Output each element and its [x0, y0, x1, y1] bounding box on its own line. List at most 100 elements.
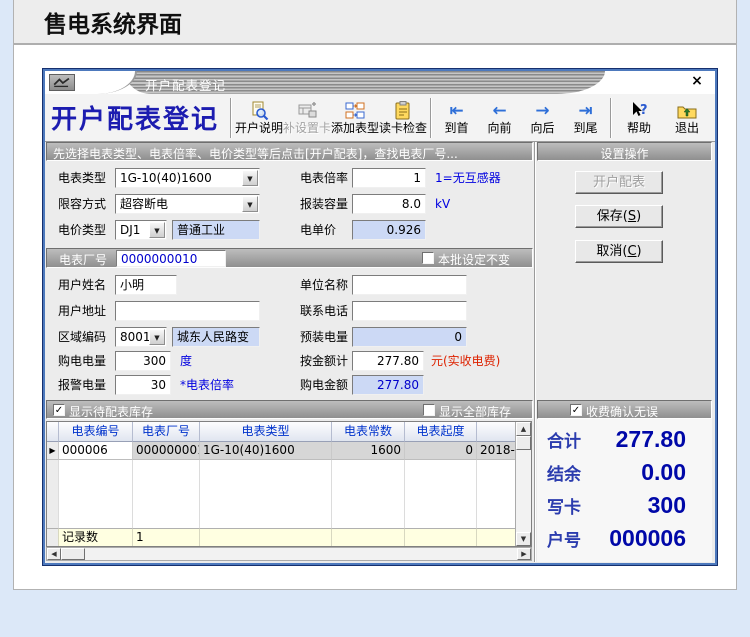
batch-keep-label: 本批设定不变 — [438, 253, 511, 267]
save-button[interactable]: 保存(S) — [575, 205, 663, 228]
toolbar-button-label: 帮助 — [627, 120, 652, 135]
write-card-value: 300 — [647, 492, 686, 518]
price-type-code: DJ1 — [120, 223, 141, 237]
toolbar-button-label: 向前 — [487, 120, 512, 135]
grid-header-date — [477, 422, 517, 442]
price-type-select[interactable]: DJ1 ▼ — [115, 220, 167, 240]
toolbar-separator — [610, 97, 613, 138]
row-pointer-icon: ▶ — [47, 442, 59, 460]
fee-confirm-checkbox[interactable]: ✓ — [570, 404, 582, 416]
batch-keep-checkbox[interactable] — [422, 252, 434, 264]
stock-filter-bar: ✓ 显示待配表库存 显示全部库存 — [46, 400, 533, 419]
cell-meter-no: 000006 — [59, 442, 133, 460]
area-code-select[interactable]: 8001 ▼ — [115, 327, 167, 347]
toolbar-button-exit[interactable]: 退出 — [663, 101, 711, 135]
form-heading: 开户配表登记 — [51, 105, 220, 135]
price-type-label: 电价类型 — [58, 223, 107, 237]
meter-type-value: 1G-10(40)1600 — [120, 171, 212, 185]
record-count-value: 1 — [133, 528, 200, 546]
toolbar-button-read-card-check[interactable]: 读卡检查 — [379, 100, 427, 135]
main-area: 先选择电表类型、电表倍率、电价类型等后点击[开户配表]，查找电表厂号... 电表… — [45, 142, 715, 562]
window-title: 开户配表登记 — [145, 78, 227, 93]
purchase-energy-input[interactable]: 300 — [115, 351, 171, 371]
grid-empty-row — [47, 460, 517, 477]
cancel-button[interactable]: 取消(C) — [575, 240, 663, 263]
go-previous-icon: ← — [492, 100, 507, 121]
scroll-right-icon[interactable]: ▶ — [517, 548, 531, 560]
balance-value: 0.00 — [641, 459, 686, 485]
show-pending-stock-label: 显示待配表库存 — [69, 405, 154, 419]
toolbar-button-help[interactable]: ? 帮助 — [615, 101, 663, 135]
close-button[interactable]: × — [688, 73, 706, 90]
toolbar-button-go-next[interactable]: → 向后 — [521, 101, 564, 135]
horizontal-scroll-thumb[interactable] — [61, 548, 85, 560]
add-meter-type-icon — [345, 101, 365, 121]
doc-magnifier-icon — [249, 101, 269, 121]
grid-empty-row — [47, 511, 517, 528]
install-capacity-input[interactable]: 8.0 — [352, 194, 426, 214]
scroll-down-icon[interactable]: ▼ — [516, 532, 531, 546]
toolbar-button-go-first[interactable]: ⇤ 到首 — [435, 101, 478, 135]
dropdown-arrow-icon[interactable]: ▼ — [242, 196, 258, 212]
dropdown-arrow-icon[interactable]: ▼ — [149, 329, 165, 345]
horizontal-scroll-track[interactable] — [85, 548, 517, 560]
by-amount-input[interactable]: 277.80 — [352, 351, 424, 371]
toolbar-button-go-last[interactable]: ⇥ 到尾 — [564, 101, 607, 135]
meter-type-select[interactable]: 1G-10(40)1600 ▼ — [115, 168, 260, 188]
toolbar-button-label: 添加表型 — [331, 120, 380, 135]
save-label-key: S — [627, 209, 637, 224]
preload-energy-field: 0 — [352, 327, 467, 347]
clipboard-check-icon — [393, 100, 413, 121]
toolbar-button-reissue-card: 补设置卡 — [283, 101, 331, 135]
scroll-up-icon[interactable]: ▲ — [516, 422, 531, 436]
toolbar-button-label: 开户说明 — [235, 120, 284, 135]
user-address-input[interactable] — [115, 301, 260, 321]
area-name-field: 城东人民路变 — [172, 327, 260, 347]
summary-row-write-card: 写卡 300 — [537, 489, 712, 522]
vertical-scroll-thumb[interactable] — [516, 436, 531, 450]
toolbar-button-go-previous[interactable]: ← 向前 — [478, 101, 521, 135]
summary-row-total: 合计 277.80 — [537, 423, 712, 456]
by-amount-hint: 元(实收电费) — [431, 354, 501, 368]
meter-serial-bar: 电表厂号 0000000010 本批设定不变 — [46, 248, 533, 268]
purchase-energy-label: 购电电量 — [58, 354, 107, 368]
grid-header-constant: 电表常数 — [332, 422, 405, 442]
vertical-scrollbar[interactable]: ▲ ▼ — [515, 422, 531, 546]
capacity-limit-label: 限容方式 — [58, 197, 107, 211]
cancel-label-pre: 取消( — [596, 244, 628, 259]
dropdown-arrow-icon[interactable]: ▼ — [242, 170, 258, 186]
settings-bar: 设置操作 — [537, 142, 712, 161]
page-title: 售电系统界面 — [44, 11, 182, 38]
show-pending-stock-checkbox[interactable]: ✓ — [53, 404, 65, 416]
dropdown-arrow-icon[interactable]: ▼ — [149, 222, 165, 238]
meter-serial-label: 电表厂号 — [59, 253, 108, 267]
alarm-energy-input[interactable]: 30 — [115, 375, 171, 395]
capacity-limit-select[interactable]: 超容断电 ▼ — [115, 194, 260, 214]
purchase-amount-label: 购电金额 — [300, 378, 349, 392]
toolbar-button-label: 退出 — [675, 120, 700, 135]
help-cursor-icon: ? — [629, 101, 649, 121]
grid-header-start-reading: 电表起度 — [405, 422, 477, 442]
toolbar-button-label: 向后 — [530, 120, 555, 135]
grid-header-type: 电表类型 — [200, 422, 332, 442]
contact-phone-input[interactable] — [352, 301, 467, 321]
toolbar-button-add-meter-type[interactable]: 添加表型 — [331, 101, 379, 135]
toolbar-button-account-help[interactable]: 开户说明 — [235, 101, 283, 135]
meter-ratio-input[interactable]: 1 — [352, 168, 426, 188]
cell-start-reading: 0 — [405, 442, 477, 460]
user-name-input[interactable]: 小明 — [115, 275, 177, 295]
fee-confirm-label: 收费确认无误 — [586, 405, 659, 419]
horizontal-scrollbar[interactable]: ◀ ▶ — [46, 547, 532, 561]
fee-confirm-bar: ✓ 收费确认无误 — [537, 400, 712, 419]
price-type-name-field: 普通工业 — [172, 220, 260, 240]
capacity-unit-hint: kV — [435, 197, 451, 211]
grid-data-row[interactable]: ▶ 000006 0000000010 1G-10(40)1600 1600 0… — [47, 442, 517, 460]
company-name-input[interactable] — [352, 275, 467, 295]
show-all-stock-checkbox[interactable] — [423, 404, 435, 416]
meter-serial-input[interactable]: 0000000010 — [116, 250, 226, 267]
preload-energy-label: 预装电量 — [300, 330, 349, 344]
grid-empty-row — [47, 494, 517, 511]
titlebar: 开户配表登记 × — [45, 71, 715, 94]
scroll-left-icon[interactable]: ◀ — [47, 548, 61, 560]
area-code-value: 8001 — [120, 330, 151, 344]
